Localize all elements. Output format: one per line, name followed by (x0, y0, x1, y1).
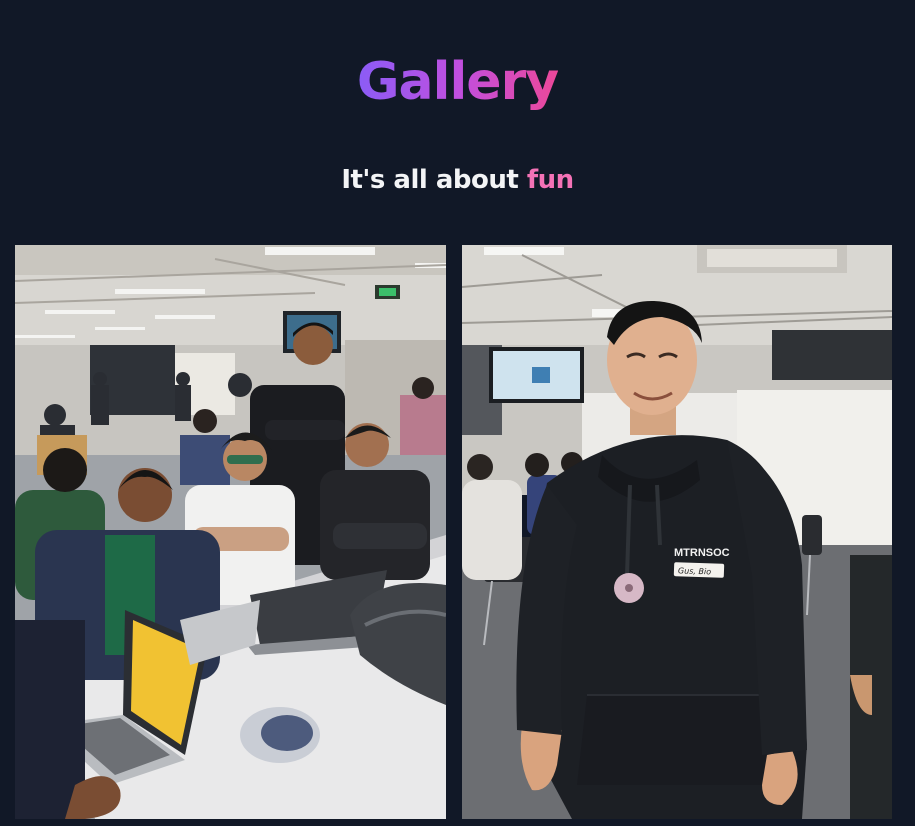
classroom-photo-illustration (15, 245, 446, 819)
subtitle-prefix: It's all about (341, 165, 527, 195)
gallery-page: Gallery It's all about fun MTRNSOC Gus, … (0, 0, 915, 826)
member-photo-illustration: MTRNSOC Gus, Bio (462, 245, 892, 819)
page-title-text: Gallery (356, 52, 559, 112)
name-tag-text: Gus, Bio (678, 566, 712, 576)
page-subtitle: It's all about fun (0, 163, 915, 197)
hoodie-logo-text: MTRNSOC (674, 547, 730, 559)
gallery-photo-member[interactable]: MTRNSOC Gus, Bio (462, 245, 892, 819)
subtitle-accent: fun (526, 165, 574, 195)
gallery-photo-classroom[interactable] (15, 245, 446, 819)
page-title: Gallery (0, 52, 915, 112)
